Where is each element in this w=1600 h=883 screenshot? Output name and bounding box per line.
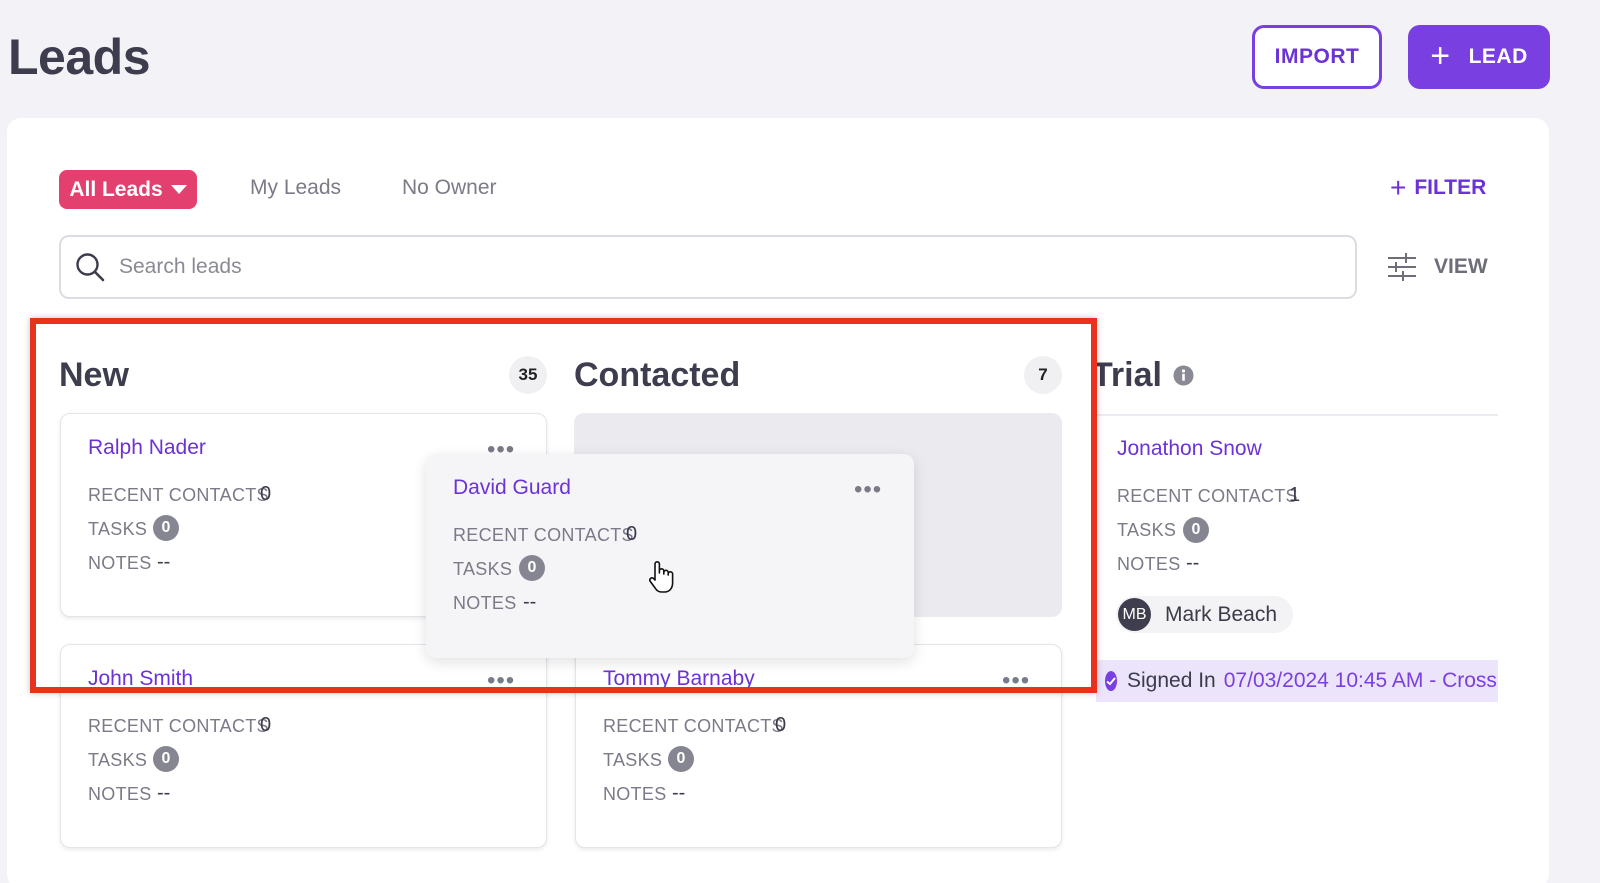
signed-in-label: Signed In	[1127, 669, 1216, 692]
recent-contacts-label: RECENT CONTACTS	[1117, 486, 1298, 506]
column-count-new: 35	[509, 356, 547, 394]
column-count-contacted: 7	[1024, 356, 1062, 394]
column-title-trial: Trial	[1092, 356, 1162, 394]
owner-chip[interactable]: MB Mark Beach	[1116, 596, 1293, 633]
page-title: Leads	[8, 29, 151, 85]
tasks-label: TASKS	[88, 519, 148, 539]
column-divider	[1096, 414, 1498, 416]
tab-no-owner[interactable]: No Owner	[402, 176, 497, 200]
recent-contacts-label: RECENT CONTACTS	[88, 716, 269, 736]
notes-value: --	[157, 782, 171, 804]
tab-my-leads[interactable]: My Leads	[250, 176, 341, 200]
owner-name: Mark Beach	[1165, 602, 1278, 626]
view-button[interactable]: VIEW	[1386, 252, 1488, 282]
notes-label: NOTES	[603, 784, 667, 804]
column-title-new: New	[59, 356, 129, 394]
search-box	[59, 235, 1357, 299]
plus-icon: +	[1430, 36, 1451, 75]
recent-contacts-value: 0	[260, 483, 272, 505]
lead-card[interactable]: John Smith ••• RECENT CONTACTS 0 TASKS 0…	[60, 644, 547, 848]
check-circle-icon	[1105, 671, 1117, 691]
signed-in-detail-link[interactable]: 07/03/2024 10:45 AM - Crossl	[1224, 669, 1498, 693]
lead-card[interactable]: Tommy Barnaby ••• RECENT CONTACTS 0 TASK…	[575, 644, 1062, 848]
tab-all-leads-label: All Leads	[69, 177, 163, 201]
tasks-label: TASKS	[1117, 520, 1177, 540]
recent-contacts-value: 1	[1289, 484, 1301, 506]
signed-in-status: Signed In 07/03/2024 10:45 AM - Crossl	[1096, 660, 1498, 702]
tasks-label: TASKS	[603, 750, 663, 770]
notes-value: --	[157, 551, 171, 573]
column-title-contacted: Contacted	[574, 356, 741, 394]
notes-value: --	[1186, 552, 1200, 574]
tasks-count-badge: 0	[1183, 517, 1209, 543]
more-horizontal-icon[interactable]: •••	[1002, 669, 1030, 693]
lead-name-link[interactable]: Jonathon Snow	[1117, 437, 1262, 461]
tasks-count-badge: 0	[153, 515, 179, 541]
caret-down-icon	[170, 185, 187, 194]
recent-contacts-value: 0	[626, 523, 638, 545]
hand-pointer-icon	[649, 561, 674, 593]
add-lead-label: LEAD	[1468, 45, 1528, 68]
filter-label: FILTER	[1414, 176, 1487, 199]
more-horizontal-icon[interactable]: •••	[854, 478, 882, 502]
import-button[interactable]: IMPORT	[1252, 25, 1382, 89]
recent-contacts-label: RECENT CONTACTS	[88, 485, 269, 505]
notes-label: NOTES	[88, 553, 152, 573]
lead-name-link[interactable]: Ralph Nader	[88, 436, 206, 460]
filter-button[interactable]: + FILTER	[1390, 174, 1486, 202]
tab-all-leads[interactable]: All Leads	[59, 170, 197, 209]
lead-name-link[interactable]: John Smith	[88, 667, 193, 691]
tasks-label: TASKS	[453, 559, 513, 579]
add-lead-button[interactable]: + LEAD	[1408, 25, 1550, 89]
plus-icon: +	[1390, 172, 1407, 203]
tasks-label: TASKS	[88, 750, 148, 770]
notes-value: --	[672, 782, 686, 804]
search-icon	[76, 253, 105, 282]
tasks-count-badge: 0	[519, 555, 545, 581]
notes-value: --	[523, 591, 537, 613]
avatar: MB	[1118, 598, 1151, 631]
search-input[interactable]	[119, 255, 1319, 279]
tasks-count-badge: 0	[153, 746, 179, 772]
notes-label: NOTES	[1117, 554, 1181, 574]
more-horizontal-icon[interactable]: •••	[487, 669, 515, 693]
lead-name-link[interactable]: Tommy Barnaby	[603, 667, 755, 691]
view-label: VIEW	[1434, 255, 1488, 278]
tasks-count-badge: 0	[668, 746, 694, 772]
info-icon[interactable]	[1173, 365, 1194, 386]
notes-label: NOTES	[88, 784, 152, 804]
recent-contacts-value: 0	[775, 714, 787, 736]
sliders-icon	[1388, 253, 1416, 281]
dragging-lead-card[interactable]: David Guard ••• RECENT CONTACTS 0 TASKS …	[426, 454, 914, 658]
notes-label: NOTES	[453, 593, 517, 613]
recent-contacts-value: 0	[260, 714, 272, 736]
recent-contacts-label: RECENT CONTACTS	[453, 525, 634, 545]
lead-name-link[interactable]: David Guard	[453, 476, 571, 500]
recent-contacts-label: RECENT CONTACTS	[603, 716, 784, 736]
